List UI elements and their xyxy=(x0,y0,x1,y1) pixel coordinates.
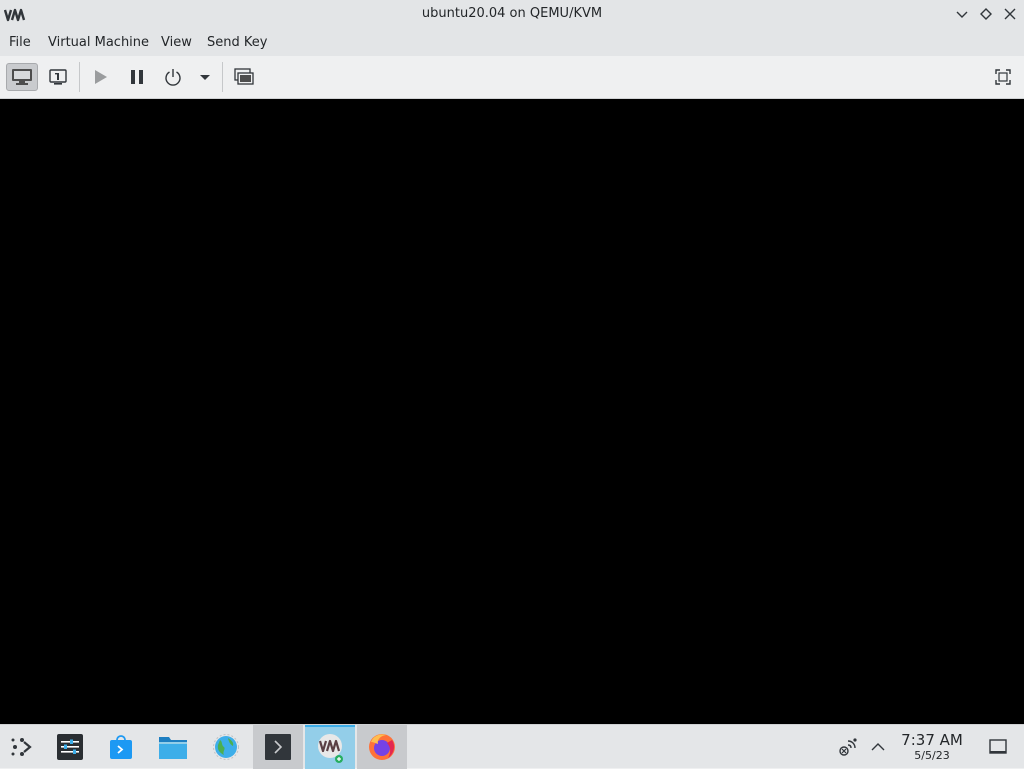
show-console-button[interactable] xyxy=(6,63,38,91)
diamond-icon xyxy=(980,8,992,20)
play-icon xyxy=(95,70,107,84)
clock-time: 7:37 AM xyxy=(901,731,963,749)
settings-icon xyxy=(57,734,83,760)
toolbar-separator xyxy=(222,62,223,92)
taskbar-dolphin[interactable] xyxy=(148,725,198,769)
firefox-icon xyxy=(369,734,395,760)
fullscreen-icon xyxy=(995,69,1011,85)
pause-icon xyxy=(131,70,143,84)
toolbar-separator xyxy=(79,62,80,92)
vm-console-display[interactable] xyxy=(0,99,1024,724)
show-desktop-icon xyxy=(989,739,1007,754)
show-details-button[interactable] xyxy=(44,63,72,91)
shutdown-menu-button[interactable] xyxy=(194,63,216,91)
window-title: ubuntu20.04 on QEMU/KVM xyxy=(421,6,603,21)
app-launcher-icon xyxy=(11,738,32,756)
taskbar-system-settings[interactable] xyxy=(45,725,95,769)
menu-virtual-machine[interactable]: Virtual Machine xyxy=(48,35,149,50)
digital-clock[interactable]: 7:37 AM 5/5/23 xyxy=(896,731,968,763)
app-launcher-button[interactable] xyxy=(0,725,44,769)
minimize-button[interactable] xyxy=(954,6,970,22)
taskbar-konsole[interactable] xyxy=(253,725,303,769)
maximize-button[interactable] xyxy=(978,6,994,22)
chevron-up-icon xyxy=(871,743,885,751)
title-bar: ubuntu20.04 on QEMU/KVM xyxy=(0,0,1024,29)
close-button[interactable] xyxy=(1002,6,1018,22)
tray-expand-button[interactable] xyxy=(868,737,888,761)
taskbar: 7:37 AM 5/5/23 xyxy=(0,724,1024,769)
menu-send-key[interactable]: Send Key xyxy=(207,35,267,50)
menu-file[interactable]: File xyxy=(9,35,31,50)
taskbar-discover[interactable] xyxy=(96,725,146,769)
toolbar xyxy=(0,56,1024,99)
virt-manager-icon xyxy=(318,734,343,763)
snapshots-icon xyxy=(234,68,254,85)
chevron-down-icon xyxy=(956,11,968,18)
fullscreen-button[interactable] xyxy=(989,63,1017,91)
taskbar-virt-manager[interactable] xyxy=(305,725,355,769)
network-icon[interactable] xyxy=(838,737,860,761)
pause-button[interactable] xyxy=(123,63,151,91)
terminal-icon xyxy=(265,734,291,760)
store-icon xyxy=(110,735,132,759)
taskbar-browser[interactable] xyxy=(201,725,251,769)
info-icon xyxy=(49,69,67,85)
chevron-down-icon xyxy=(200,75,210,80)
taskbar-firefox[interactable] xyxy=(357,725,407,769)
power-icon xyxy=(165,69,181,86)
monitor-icon xyxy=(12,69,32,85)
globe-icon xyxy=(213,734,239,760)
folder-icon xyxy=(159,737,187,759)
close-icon xyxy=(1004,8,1016,20)
shutdown-button[interactable] xyxy=(159,63,187,91)
clock-date: 5/5/23 xyxy=(914,749,950,762)
menu-bar: File Virtual Machine View Send Key xyxy=(0,29,1024,56)
run-button[interactable] xyxy=(86,63,114,91)
show-desktop-button[interactable] xyxy=(988,737,1008,761)
menu-view[interactable]: View xyxy=(161,35,192,50)
snapshots-button[interactable] xyxy=(230,63,258,91)
